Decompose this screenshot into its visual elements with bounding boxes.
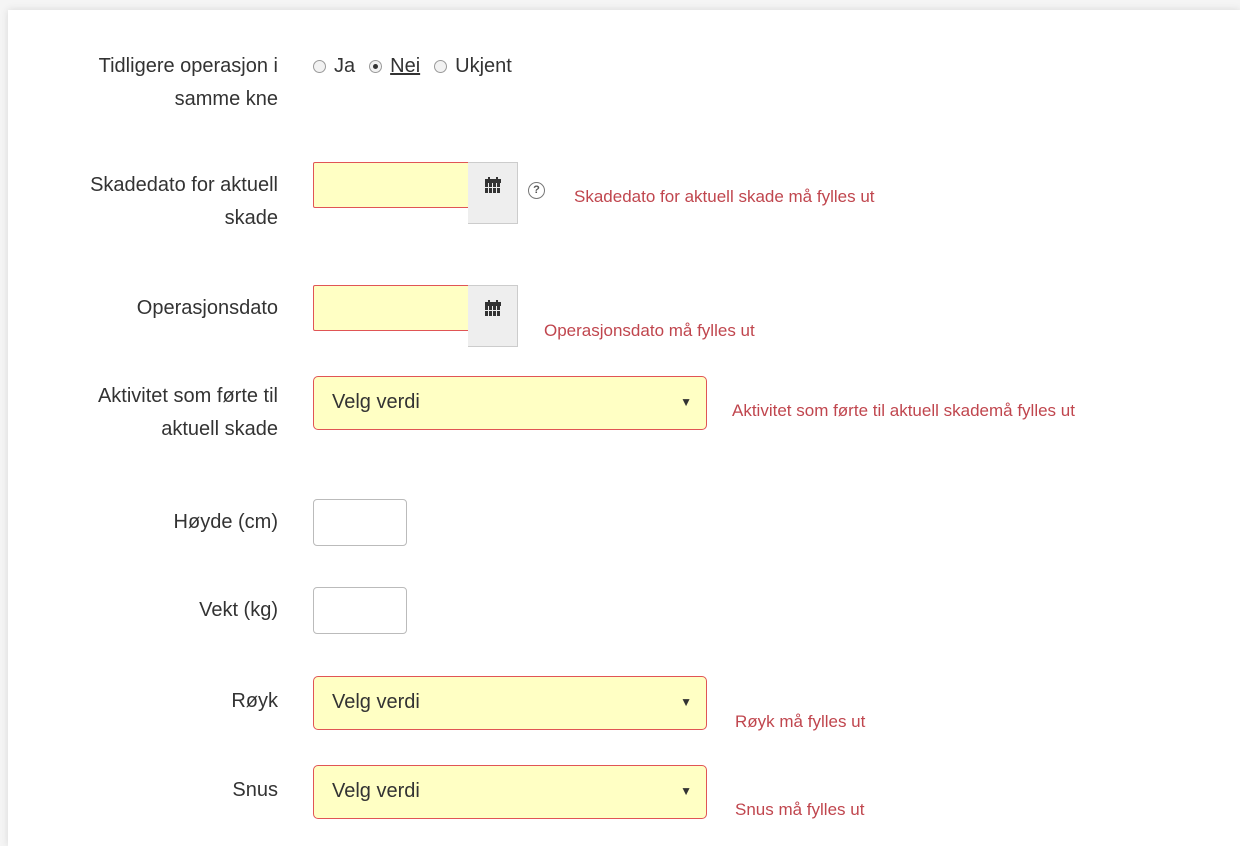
activity-select[interactable]: Velg verdi ▼ bbox=[313, 376, 707, 430]
caret-down-icon: ▼ bbox=[680, 695, 692, 709]
caret-down-icon: ▼ bbox=[680, 784, 692, 798]
calendar-icon bbox=[484, 300, 501, 316]
injury-date-error: Skadedato for aktuell skade må fylles ut bbox=[574, 187, 875, 206]
radio-ja-label[interactable]: Ja bbox=[334, 50, 355, 83]
weight-input[interactable] bbox=[313, 587, 407, 634]
height-label: Høyde (cm) bbox=[173, 511, 278, 533]
radio-ukjent[interactable]: Ukjent bbox=[434, 50, 512, 83]
smoking-select-value: Velg verdi bbox=[332, 691, 420, 713]
injury-date-label-line1: Skadedato for aktuell bbox=[90, 174, 278, 196]
injury-date-label-line2: skade bbox=[224, 207, 278, 229]
operation-date-input[interactable] bbox=[313, 285, 469, 331]
previous-surgery-label-line2: samme kne bbox=[174, 88, 278, 110]
caret-down-icon: ▼ bbox=[680, 395, 692, 409]
previous-surgery-label-line1: Tidligere operasjon i bbox=[98, 55, 278, 77]
snus-select[interactable]: Velg verdi ▼ bbox=[313, 765, 707, 819]
activity-label-line1: Aktivitet som førte til bbox=[97, 385, 278, 407]
smoking-select[interactable]: Velg verdi ▼ bbox=[313, 676, 707, 730]
radio-ja-circle[interactable] bbox=[313, 60, 326, 73]
radio-ja[interactable]: Ja bbox=[313, 50, 355, 83]
radio-nei-circle[interactable] bbox=[369, 60, 383, 73]
previous-surgery-radio-group: Ja Nei Ukjent bbox=[313, 50, 526, 83]
snus-select-value: Velg verdi bbox=[332, 780, 420, 802]
smoking-label: Røyk bbox=[231, 690, 278, 712]
radio-ukjent-label[interactable]: Ukjent bbox=[455, 50, 512, 83]
form-panel: Tidligere operasjon i samme kne Ja Nei U… bbox=[8, 10, 1240, 846]
activity-label: Aktivitet som førte til aktuell skade bbox=[18, 380, 278, 446]
injury-date-input[interactable] bbox=[313, 162, 469, 208]
smoking-error: Røyk må fylles ut bbox=[735, 712, 866, 731]
injury-date-calendar-button[interactable] bbox=[468, 162, 518, 224]
operation-date-error: Operasjonsdato må fylles ut bbox=[544, 321, 755, 340]
radio-ukjent-circle[interactable] bbox=[434, 60, 448, 73]
radio-nei-label[interactable]: Nei bbox=[390, 50, 420, 83]
height-input[interactable] bbox=[313, 499, 407, 546]
operation-date-calendar-button[interactable] bbox=[468, 285, 518, 347]
operation-date-label: Operasjonsdato bbox=[136, 297, 278, 319]
calendar-icon bbox=[484, 177, 501, 193]
weight-label: Vekt (kg) bbox=[199, 599, 278, 621]
activity-error: Aktivitet som førte til aktuell skademå … bbox=[732, 401, 1075, 420]
activity-label-line2: aktuell skade bbox=[161, 418, 278, 440]
activity-select-value: Velg verdi bbox=[332, 391, 420, 413]
injury-date-label: Skadedato for aktuell skade bbox=[18, 169, 278, 235]
radio-nei[interactable]: Nei bbox=[369, 50, 420, 83]
previous-surgery-label: Tidligere operasjon i samme kne bbox=[18, 50, 278, 116]
snus-error: Snus må fylles ut bbox=[735, 800, 865, 819]
snus-label: Snus bbox=[232, 779, 278, 801]
help-icon[interactable]: ? bbox=[528, 182, 545, 199]
